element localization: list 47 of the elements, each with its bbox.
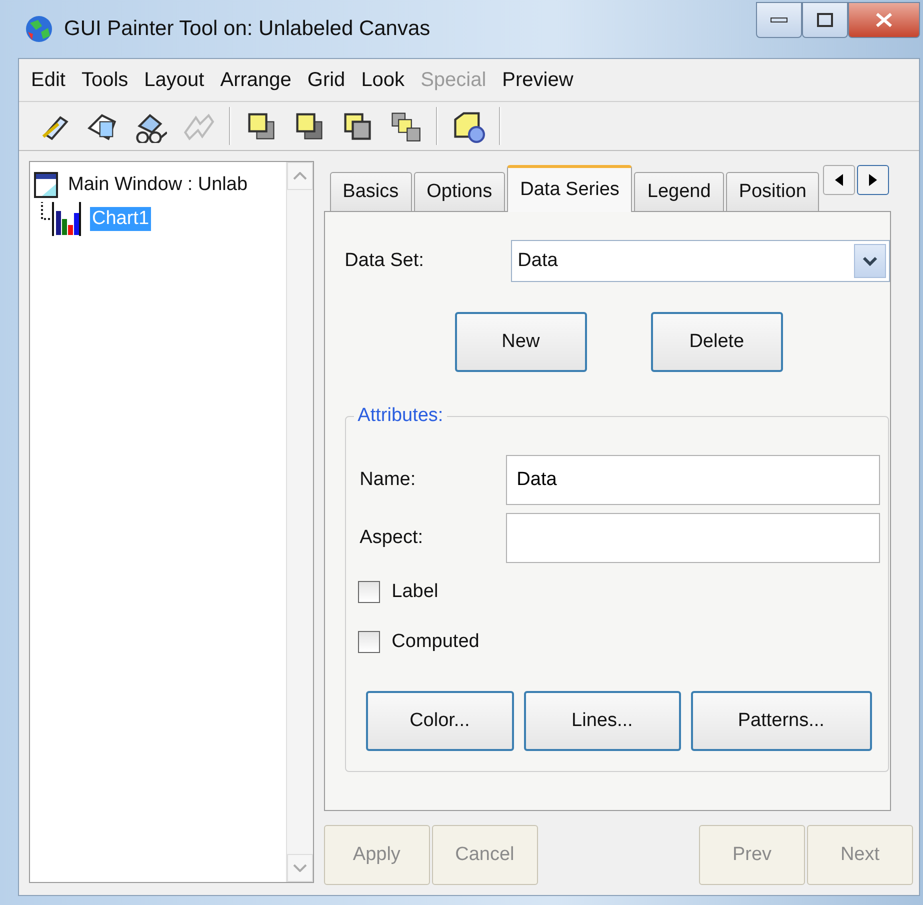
triangle-left-icon bbox=[834, 174, 844, 186]
scrollbar[interactable] bbox=[286, 162, 313, 882]
data-set-dropdown[interactable]: Data bbox=[510, 240, 890, 282]
checkbox[interactable] bbox=[358, 581, 380, 603]
tab[interactable]: Options bbox=[414, 172, 506, 211]
menu-item[interactable]: Grid bbox=[301, 66, 352, 94]
attribute-button[interactable]: Lines... bbox=[524, 691, 681, 751]
tree-item[interactable]: Main Window : Unlab bbox=[66, 173, 250, 197]
tab[interactable]: Basics bbox=[330, 172, 412, 211]
chevron-down-icon bbox=[862, 256, 878, 266]
globe-icon bbox=[24, 14, 54, 44]
field-label: Data Set: bbox=[344, 250, 425, 272]
attribute-button[interactable]: Patterns... bbox=[690, 691, 872, 751]
triangle-right-icon bbox=[868, 174, 878, 186]
menu-item[interactable]: Edit bbox=[25, 66, 72, 94]
field-label: Name: bbox=[360, 469, 417, 491]
menu-item[interactable]: Preview bbox=[496, 66, 580, 94]
input-field[interactable]: Data bbox=[506, 455, 880, 505]
menu-item[interactable]: Tools bbox=[75, 66, 134, 94]
bar-chart-icon bbox=[40, 202, 82, 236]
checkbox-label: Computed bbox=[392, 631, 480, 653]
maximize-icon bbox=[816, 12, 834, 28]
close-icon bbox=[874, 12, 894, 28]
cube-tool-icon[interactable] bbox=[451, 109, 485, 143]
menu-item[interactable]: Arrange bbox=[214, 66, 298, 94]
attribute-button[interactable]: Color... bbox=[366, 691, 514, 751]
minimize-icon bbox=[770, 16, 788, 24]
tab[interactable]: Legend bbox=[634, 172, 724, 211]
maximize-button[interactable] bbox=[802, 2, 848, 38]
dataset-button[interactable]: Delete bbox=[650, 312, 783, 372]
scroll-right-button[interactable] bbox=[857, 165, 890, 195]
close-button[interactable] bbox=[848, 2, 920, 38]
scroll-left-button[interactable] bbox=[823, 165, 856, 195]
checkbox[interactable] bbox=[358, 631, 380, 653]
tab[interactable]: Position bbox=[726, 172, 820, 211]
window-icon bbox=[34, 172, 58, 198]
chevron-up-icon bbox=[292, 172, 307, 180]
menu-item[interactable]: Look bbox=[355, 66, 411, 94]
minimize-button[interactable] bbox=[756, 2, 802, 38]
checkbox-label: Label bbox=[392, 581, 438, 603]
menu-item[interactable]: Layout bbox=[138, 66, 210, 94]
dataset-button[interactable]: New bbox=[454, 312, 587, 372]
input-field[interactable] bbox=[506, 513, 880, 563]
field-label: Aspect: bbox=[360, 527, 424, 549]
chevron-down-icon bbox=[292, 864, 307, 872]
window-title: GUI Painter Tool on: Unlabeled Canvas bbox=[64, 17, 430, 41]
tab[interactable]: Data Series bbox=[507, 165, 632, 212]
